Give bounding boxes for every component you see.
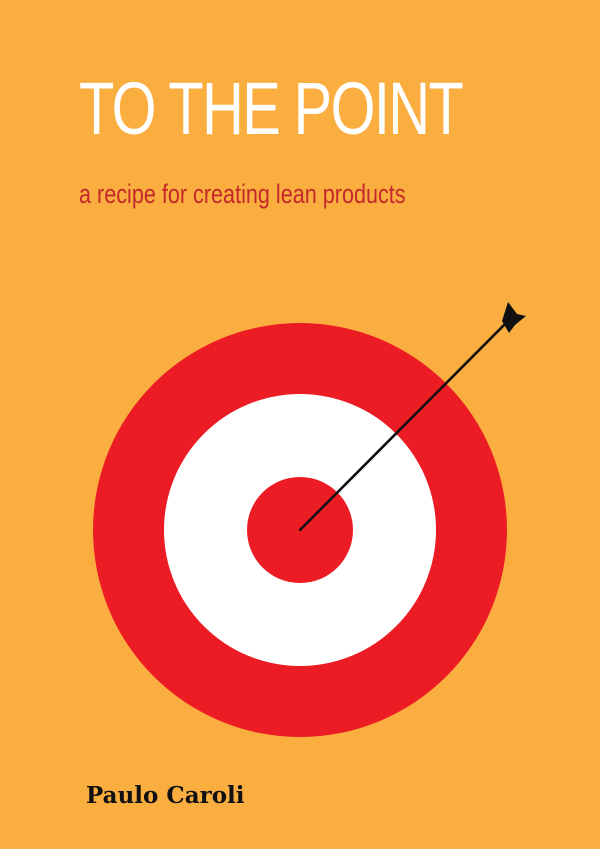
arrow-fletching	[502, 302, 526, 333]
bullseye-target-icon	[93, 302, 526, 737]
book-author: Paulo Caroli	[86, 782, 245, 809]
book-cover: TO THE POINT a recipe for creating lean …	[0, 0, 600, 849]
